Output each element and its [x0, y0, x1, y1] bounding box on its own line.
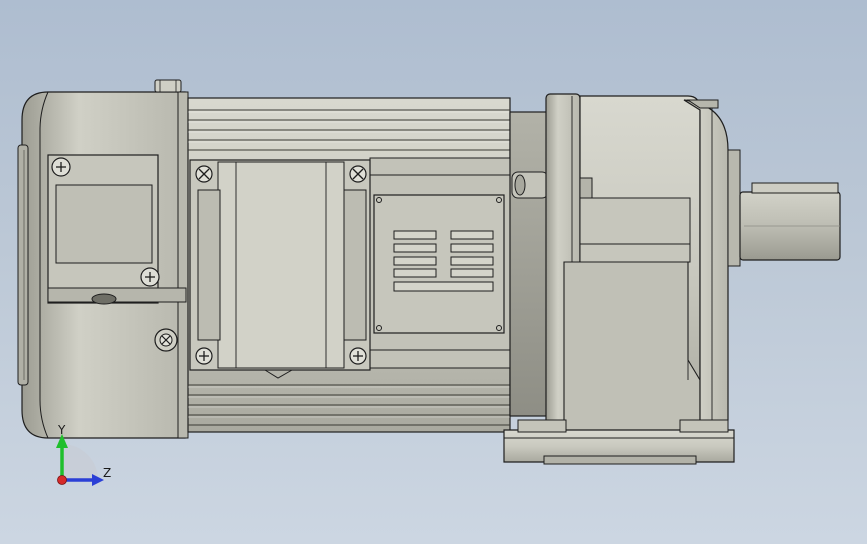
nameplate[interactable] [373, 194, 505, 334]
motor-flange[interactable] [509, 111, 551, 417]
bolt-top-fan-cover [154, 79, 182, 93]
screw-gland-bottom [140, 267, 160, 287]
z-axis-label: Z [103, 466, 112, 480]
terminal-box[interactable] [189, 159, 371, 379]
y-axis-label: Y [58, 423, 66, 437]
output-shaft[interactable] [727, 149, 841, 267]
ground-screw [154, 328, 178, 352]
screw-terminal-top-left [195, 165, 213, 183]
screw-terminal-top-right [349, 165, 367, 183]
screw-terminal-bottom-right [349, 347, 367, 365]
3d-graphics-viewport[interactable]: Y Z [0, 0, 867, 544]
gearbox-housing[interactable] [545, 93, 729, 435]
x-axis-origin [57, 475, 67, 485]
screw-terminal-bottom-left [195, 347, 213, 365]
screw-gland-top [51, 157, 71, 177]
